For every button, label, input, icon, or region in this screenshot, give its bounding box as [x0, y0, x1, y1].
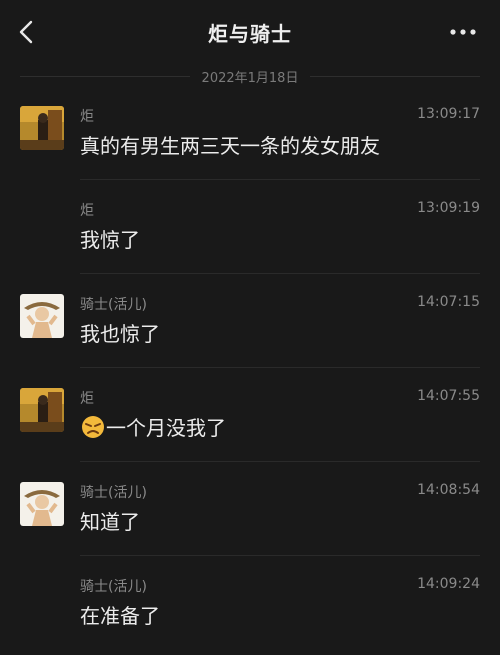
message-text: 真的有男生两三天一条的发女朋友 — [80, 134, 380, 158]
top-bar: 炬与骑士 — [0, 0, 500, 64]
message-separator — [80, 555, 480, 556]
message-time: 13:09:19 — [417, 200, 480, 216]
sender-name: 骑士(活儿) — [80, 297, 147, 313]
sender-name: 炬 — [80, 109, 94, 125]
message-separator — [80, 461, 480, 462]
divider-line — [310, 76, 480, 77]
message-item[interactable]: 炬 14:07:55 一个月没我了 — [0, 378, 500, 462]
message-text: 一个月没我了 — [80, 412, 226, 441]
message-text-body: 一个月没我了 — [106, 416, 226, 440]
avatar-ju[interactable] — [20, 106, 64, 150]
sender-name: 炬 — [80, 203, 94, 219]
message-time: 14:08:54 — [417, 482, 480, 498]
message-item[interactable]: 炬 13:09:19 我惊了 — [0, 190, 500, 274]
message-separator — [80, 273, 480, 274]
message-item[interactable]: 炬 13:09:17 真的有男生两三天一条的发女朋友 — [0, 96, 500, 180]
message-time: 14:07:55 — [417, 388, 480, 404]
message-separator — [80, 179, 480, 180]
message-time: 13:09:17 — [417, 106, 480, 122]
message-text: 在准备了 — [80, 604, 160, 628]
sender-name: 骑士(活儿) — [80, 485, 147, 501]
avatar-ju[interactable] — [20, 388, 64, 432]
avatar-knight[interactable] — [20, 482, 64, 526]
message-text: 我也惊了 — [80, 322, 160, 346]
angry-face-emoji — [82, 416, 104, 438]
message-time: 14:07:15 — [417, 294, 480, 310]
avatar-knight[interactable] — [20, 294, 64, 338]
sender-name: 骑士(活儿) — [80, 579, 147, 595]
message-text: 我惊了 — [80, 228, 140, 252]
sender-name: 炬 — [80, 391, 94, 407]
more-dots-icon[interactable] — [448, 20, 478, 44]
message-separator — [80, 367, 480, 368]
message-item[interactable]: 骑士(活儿) 14:09:24 在准备了 — [0, 566, 500, 650]
chat-title: 炬与骑士 — [208, 22, 292, 46]
message-item[interactable]: 骑士(活儿) 14:07:15 我也惊了 — [0, 284, 500, 368]
message-time: 14:09:24 — [417, 576, 480, 592]
date-divider: 2022年1月18日 — [0, 66, 500, 86]
message-text: 知道了 — [80, 510, 140, 534]
message-item[interactable]: 骑士(活儿) 14:08:54 知道了 — [0, 472, 500, 556]
